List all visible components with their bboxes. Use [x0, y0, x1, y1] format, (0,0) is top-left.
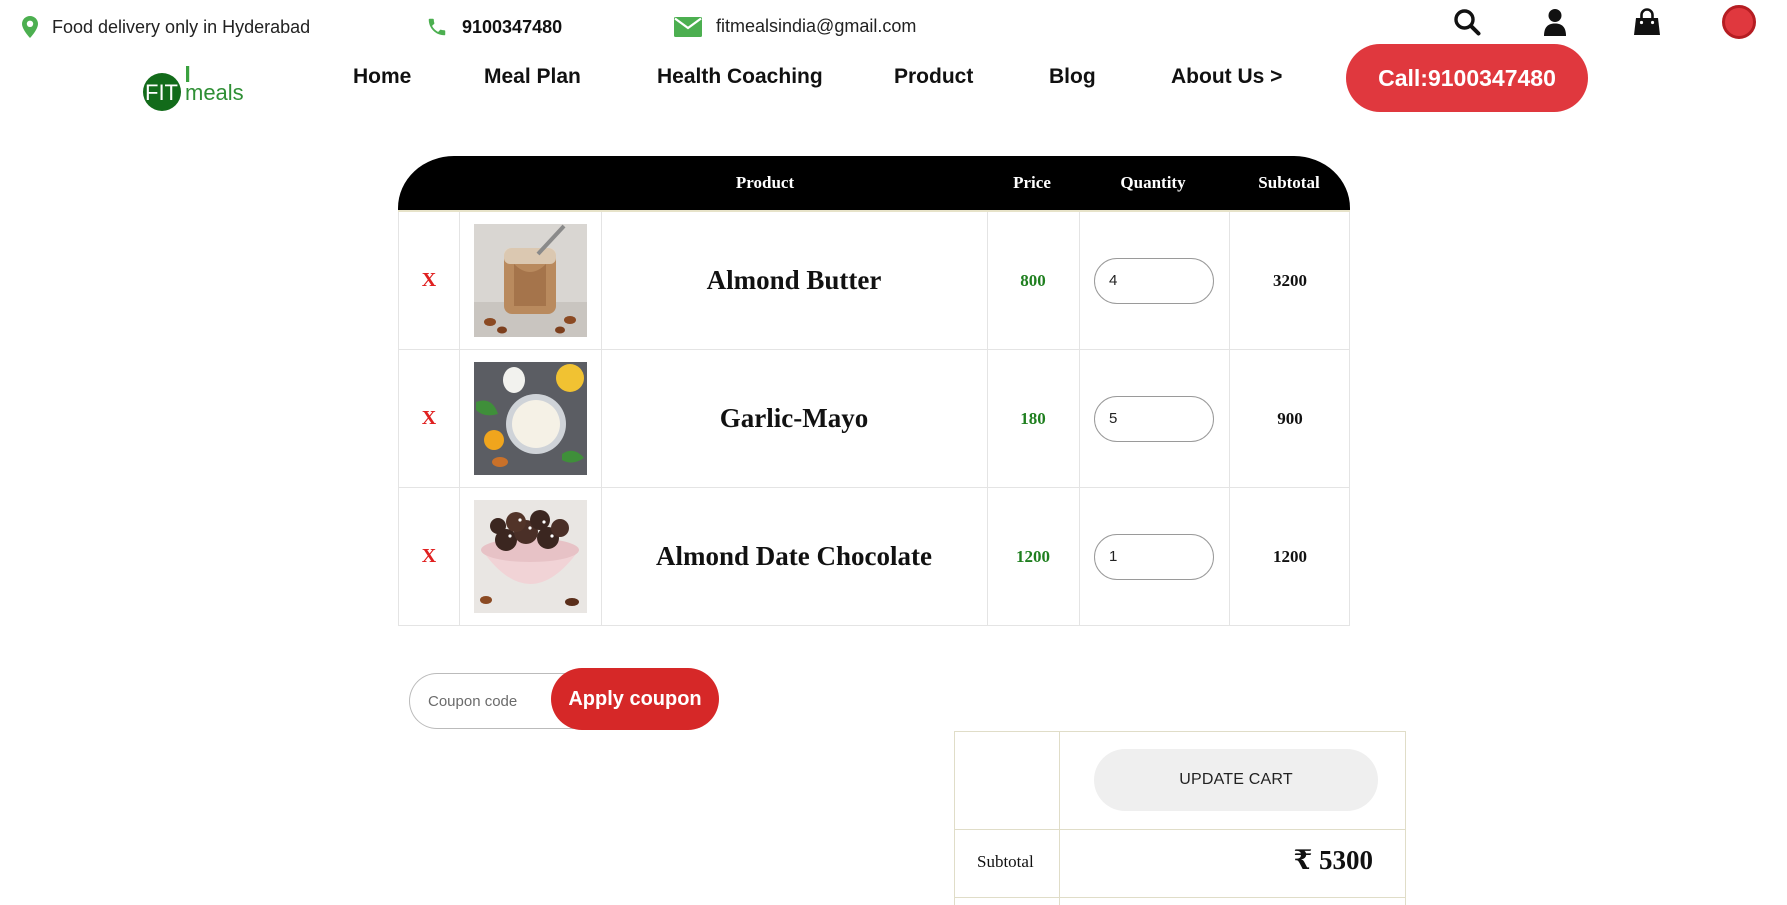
almond-date-chocolate-image[interactable] [473, 500, 587, 613]
remove-item-button[interactable]: X [399, 350, 459, 487]
remove-item-button[interactable]: X [399, 212, 459, 349]
logo-meals-text: meals [185, 80, 244, 105]
map-pin-icon [22, 16, 38, 38]
email-info[interactable]: fitmealsindia@gmail.com [674, 16, 916, 37]
apply-coupon-button[interactable]: Apply coupon [551, 668, 719, 730]
almond-butter-image[interactable] [473, 224, 587, 337]
phone-icon [426, 16, 448, 38]
quantity-input[interactable] [1094, 395, 1214, 442]
product-thumbnail[interactable] [459, 488, 601, 625]
cart-totals: UPDATE CART Subtotal ₹ 5300 [954, 731, 1406, 905]
logo-fit-text: FIT [145, 80, 178, 105]
call-button[interactable]: Call:9100347480 [1346, 44, 1588, 112]
shopping-bag-icon[interactable] [1630, 6, 1664, 38]
envelope-icon [674, 16, 702, 37]
header-product: Product [735, 173, 795, 192]
product-price: 1200 [1016, 546, 1050, 566]
product-price: 800 [1020, 270, 1046, 290]
remove-x[interactable]: X [422, 269, 436, 292]
product-thumbnail[interactable] [459, 350, 601, 487]
email-address[interactable]: fitmealsindia@gmail.com [716, 16, 916, 37]
update-cart-button[interactable]: UPDATE CART [1094, 749, 1378, 811]
product-name[interactable]: Garlic-Mayo [720, 403, 868, 434]
cart-indicator-dot[interactable] [1722, 5, 1756, 39]
nav-home[interactable]: Home [353, 65, 411, 89]
nav-product[interactable]: Product [894, 65, 973, 89]
subtotal-value: ₹ 5300 [1293, 845, 1373, 875]
product-name[interactable]: Almond Butter [707, 265, 882, 296]
search-icon[interactable] [1450, 6, 1484, 38]
garlic-mayo-image[interactable] [473, 362, 587, 475]
nav-meal-plan[interactable]: Meal Plan [484, 65, 581, 89]
phone-info[interactable]: 9100347480 [426, 16, 562, 38]
fitmeals-logo[interactable]: FIT meals [142, 62, 252, 114]
row-subtotal: 1200 [1273, 546, 1307, 566]
header-subtotal: Subtotal [1258, 173, 1320, 192]
cart-row: X Almond Date Chocolate 1200 1200 [398, 488, 1350, 626]
remove-x[interactable]: X [422, 545, 436, 568]
product-name[interactable]: Almond Date Chocolate [656, 541, 932, 572]
nav-blog[interactable]: Blog [1049, 65, 1096, 89]
quantity-input[interactable] [1094, 533, 1214, 580]
product-price: 180 [1020, 408, 1046, 428]
quantity-input[interactable] [1094, 257, 1214, 304]
subtotal-label: Subtotal [977, 852, 1034, 871]
cart-row: X Almond Butter 800 3200 [398, 212, 1350, 350]
phone-number[interactable]: 9100347480 [462, 17, 562, 38]
remove-x[interactable]: X [422, 407, 436, 430]
header-quantity: Quantity [1120, 173, 1186, 192]
cart-row: X Garlic-Mayo 180 900 [398, 350, 1350, 488]
row-subtotal: 3200 [1273, 270, 1307, 290]
delivery-info: Food delivery only in Hyderabad [22, 16, 310, 38]
product-thumbnail[interactable] [459, 212, 601, 349]
remove-item-button[interactable]: X [399, 488, 459, 625]
header-price: Price [1013, 173, 1051, 192]
delivery-text: Food delivery only in Hyderabad [52, 16, 311, 37]
user-icon[interactable] [1538, 6, 1572, 38]
nav-health-coaching[interactable]: Health Coaching [657, 65, 823, 89]
cart-table: Product Price Quantity Subtotal X Almond… [398, 156, 1350, 626]
row-subtotal: 900 [1277, 408, 1303, 428]
nav-about-us[interactable]: About Us > [1171, 65, 1282, 89]
cart-table-header: Product Price Quantity Subtotal [398, 156, 1350, 212]
red-circle-badge [1722, 5, 1756, 39]
